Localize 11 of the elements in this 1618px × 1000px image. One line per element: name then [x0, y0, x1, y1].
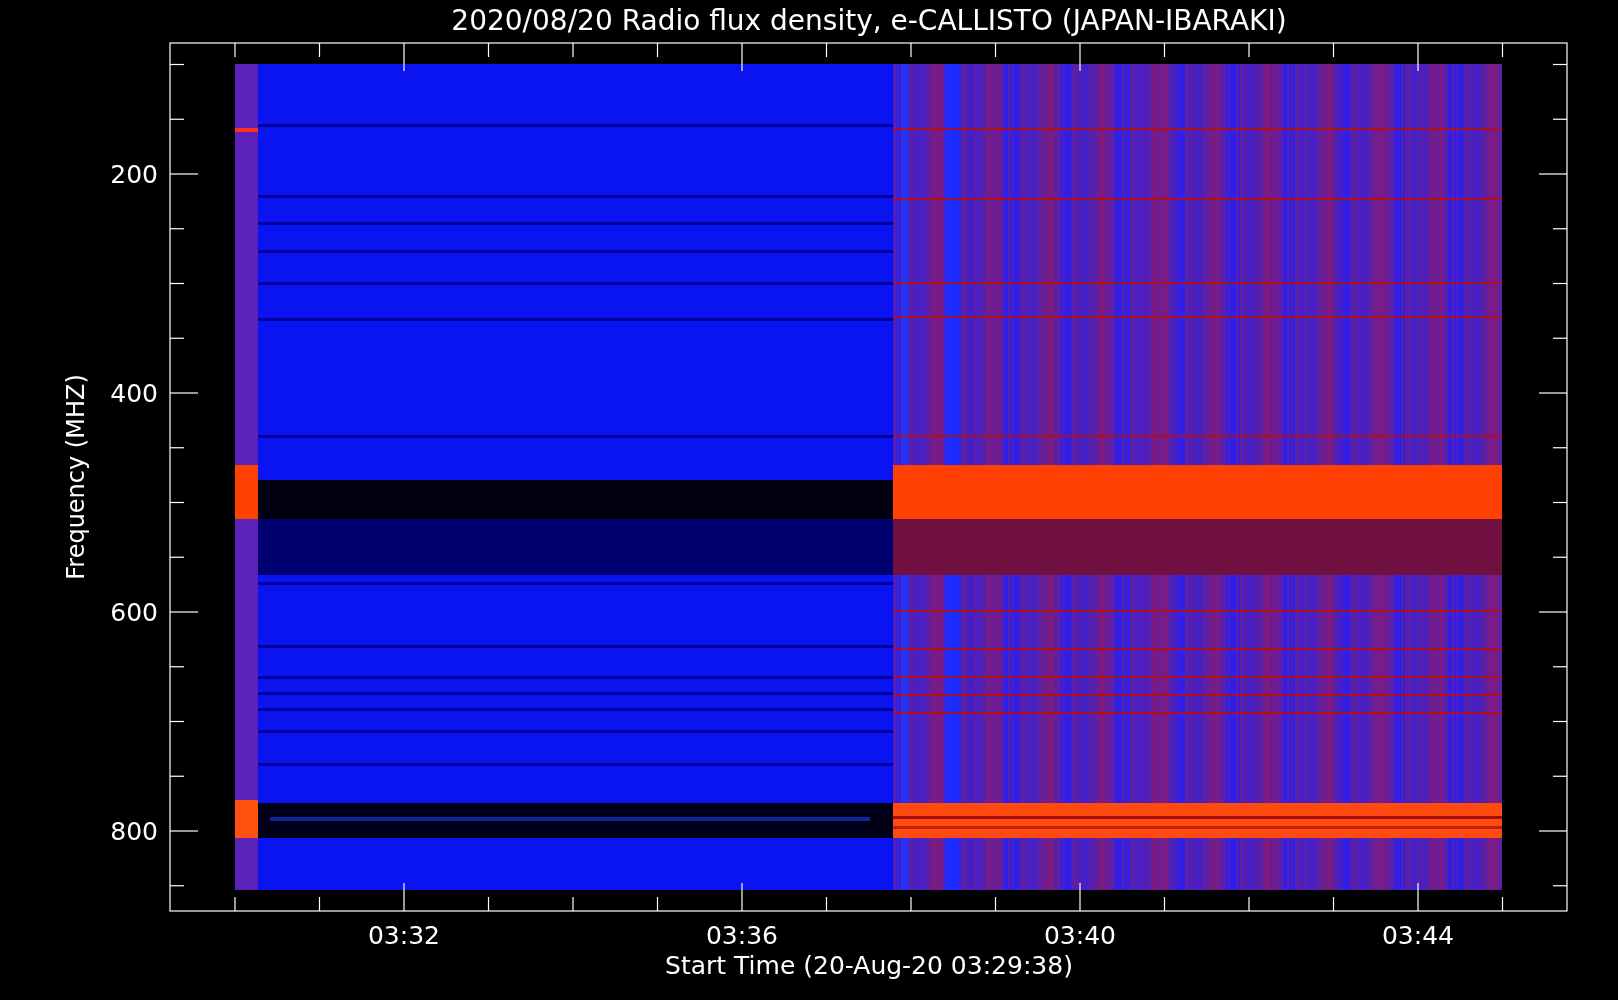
- y-tick-label: 400: [110, 379, 158, 408]
- x-tick-label: 03:44: [1382, 921, 1454, 950]
- y-tick-label: 200: [110, 160, 158, 189]
- x-tick-label: 03:40: [1044, 921, 1116, 950]
- y-tick-label: 600: [110, 598, 158, 627]
- y-axis-label: Frequency (MHZ): [62, 374, 90, 580]
- x-axis-label: Start Time (20-Aug-20 03:29:38): [665, 951, 1073, 980]
- x-tick-label: 03:36: [706, 921, 778, 950]
- y-tick-label: 800: [110, 817, 158, 846]
- chart-title: 2020/08/20 Radio flux density, e-CALLISTO (JAPAN-IBARAKI): [451, 4, 1287, 37]
- x-tick-label: 03:32: [368, 921, 440, 950]
